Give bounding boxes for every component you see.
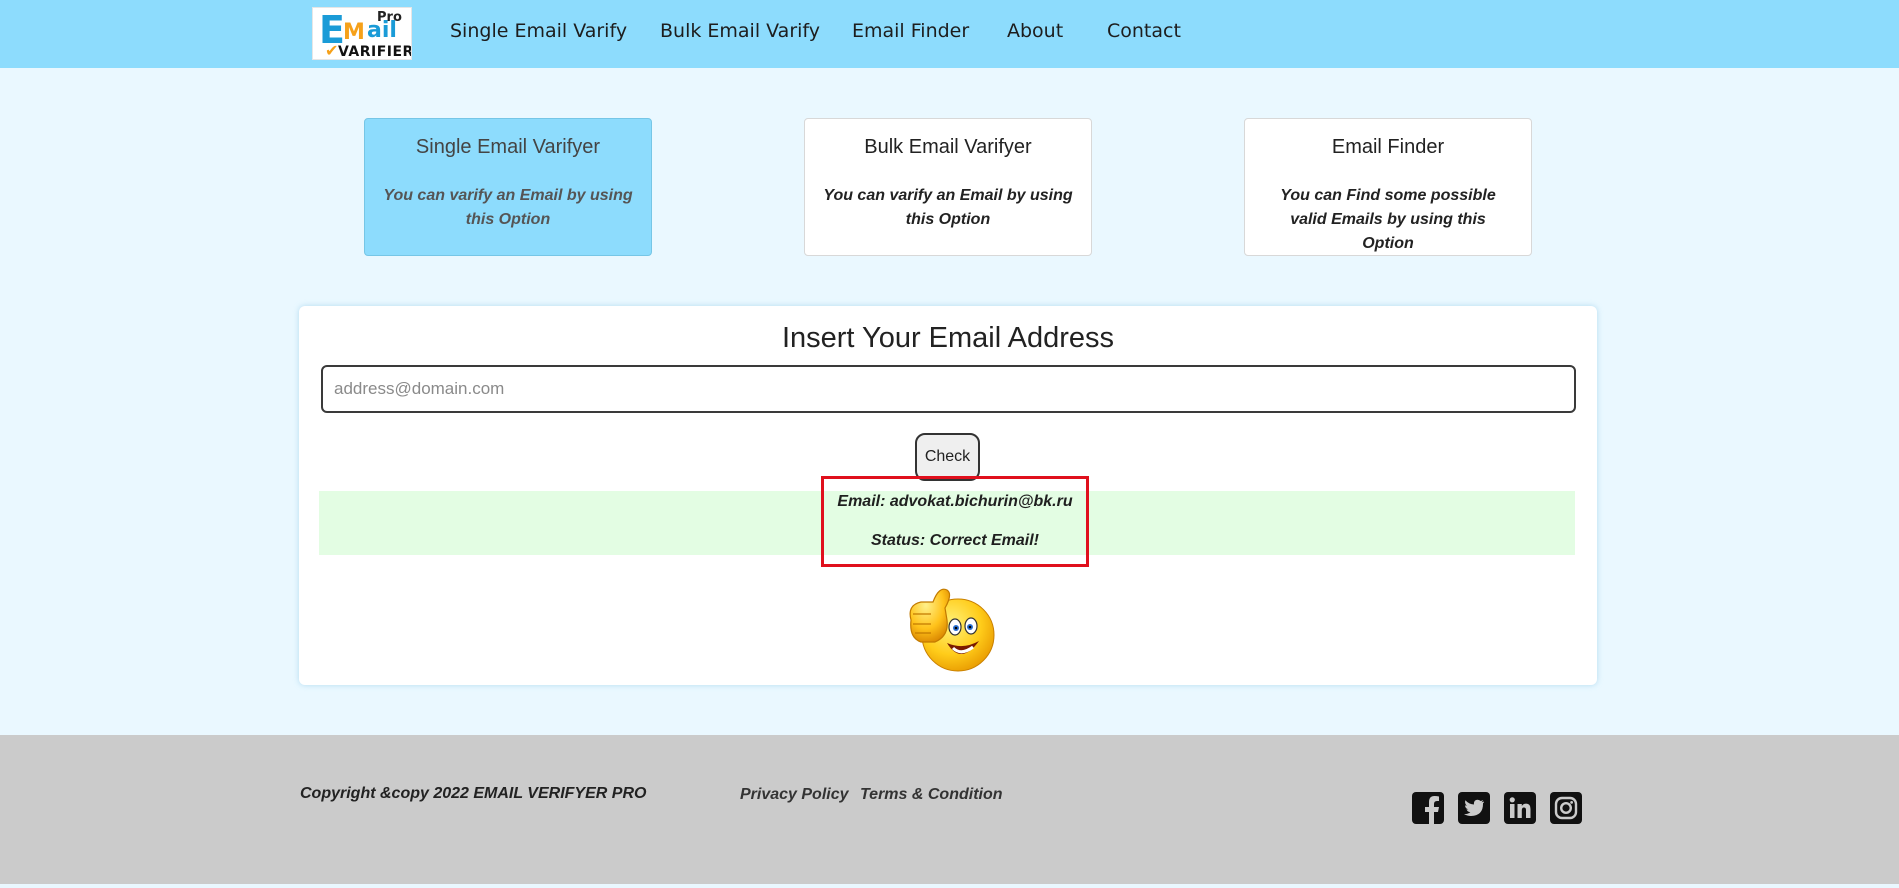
privacy-policy-link[interactable]: Privacy Policy [740, 786, 849, 804]
terms-link[interactable]: Terms & Condition [860, 786, 1003, 804]
option-description: You can varify an Email by using this Op… [823, 187, 1073, 228]
option-description: You can Find some possible valid Emails … [1280, 187, 1496, 252]
nav-single-email-varify[interactable]: Single Email Varify [450, 20, 627, 42]
option-title: Bulk Email Varifyer [864, 136, 1032, 158]
nav-contact[interactable]: Contact [1107, 20, 1181, 42]
panel-title: Insert Your Email Address [781, 322, 1115, 354]
result-highlight: Email: advokat.bichurin@bk.ru Status: Co… [821, 476, 1089, 567]
linkedin-icon[interactable] [1504, 792, 1536, 824]
facebook-icon[interactable] [1412, 792, 1444, 824]
option-card-bulk[interactable]: Bulk Email Varifyer You can varify an Em… [804, 118, 1092, 256]
nav-bulk-email-varify[interactable]: Bulk Email Varify [660, 20, 820, 42]
thumbs-up-emoji-icon [909, 588, 995, 672]
copyright-text: Copyright &copy 2022 EMAIL VERIFYER PRO [300, 785, 647, 802]
result-status: Status: Correct Email! [870, 532, 1040, 549]
footer: Copyright &copy 2022 EMAIL VERIFYER PRO … [0, 735, 1899, 884]
result-email: Email: advokat.bichurin@bk.ru [837, 493, 1073, 510]
option-card-single[interactable]: Single Email Varifyer You can varify an … [364, 118, 652, 256]
instagram-icon[interactable] [1550, 792, 1582, 824]
nav-about[interactable]: About [1007, 20, 1063, 42]
email-input[interactable] [321, 365, 1576, 413]
logo-letter-m: M [343, 20, 365, 45]
option-title: Single Email Varifyer [415, 136, 601, 158]
check-button[interactable]: Check [915, 433, 980, 481]
navbar: E M ail Pro ✔ VARIFIER Single Email Vari… [0, 0, 1899, 68]
logo-pro: Pro [377, 10, 402, 25]
verify-panel: Insert Your Email Address Check Email: a… [299, 306, 1597, 685]
option-title: Email Finder [1331, 136, 1445, 158]
option-card-finder[interactable]: Email Finder You can Find some possible … [1244, 118, 1532, 256]
brand-logo[interactable]: E M ail Pro ✔ VARIFIER [312, 7, 412, 60]
nav-email-finder[interactable]: Email Finder [852, 20, 969, 42]
twitter-icon[interactable] [1458, 792, 1490, 824]
logo-check-icon: ✔ [325, 41, 339, 60]
logo-varifier: VARIFIER [338, 44, 412, 60]
option-description: You can varify an Email by using this Op… [383, 187, 633, 228]
